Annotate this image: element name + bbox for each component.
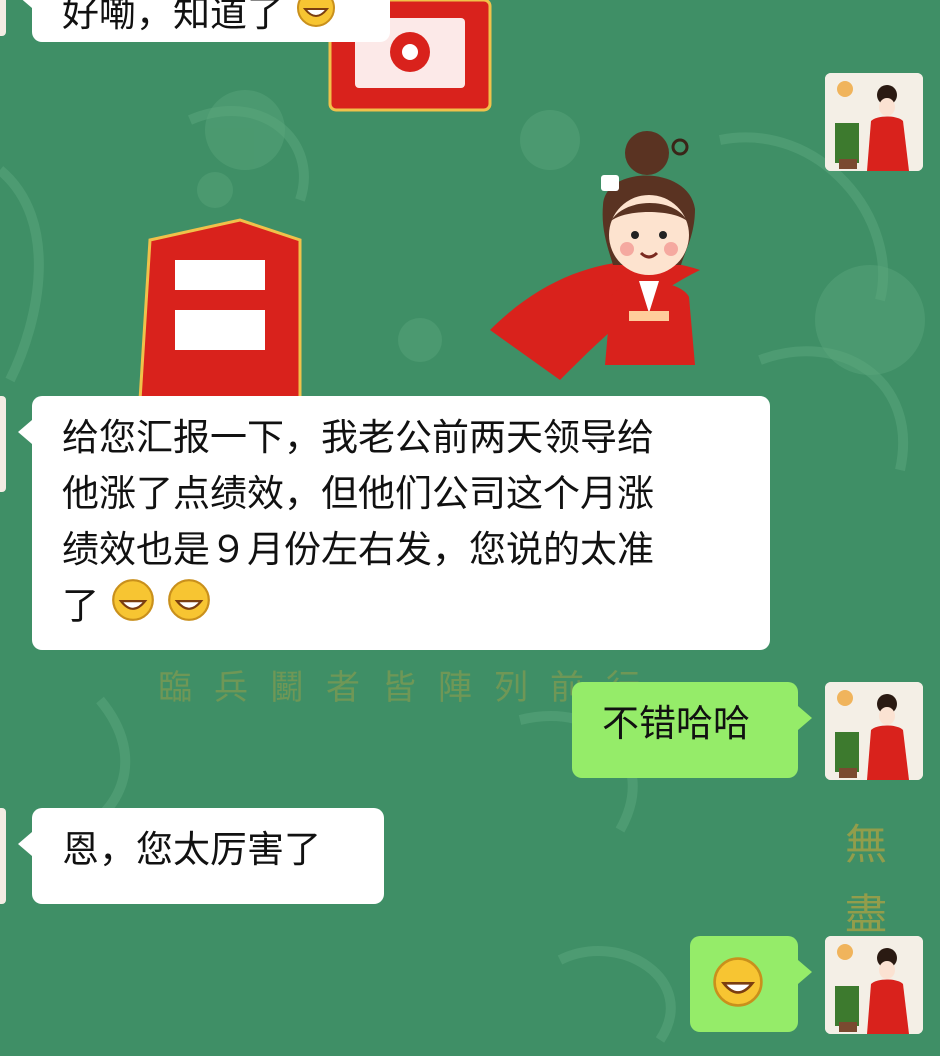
- girl-sticker: [585, 125, 715, 370]
- my-avatar[interactable]: [825, 936, 923, 1034]
- message-line: 绩效也是９月份左右发，您说的太准: [62, 528, 654, 571]
- message-bubble-received[interactable]: 好嘞，知道了: [18, 0, 390, 44]
- message-text: 不错哈哈: [602, 702, 750, 745]
- my-avatar[interactable]: [825, 682, 923, 780]
- my-avatar[interactable]: [825, 73, 923, 171]
- message-line: 给您汇报一下，我老公前两天领导给: [62, 416, 654, 459]
- contact-avatar-edge[interactable]: [0, 0, 6, 36]
- message-text: 恩，您太厉害了: [62, 828, 321, 871]
- background-deco-side: 無盡: [845, 820, 888, 939]
- message-bubble-received[interactable]: 给您汇报一下，我老公前两天领导给 他涨了点绩效，但他们公司这个月涨 绩效也是９月…: [18, 396, 770, 650]
- message-line-last: 了: [62, 578, 740, 638]
- message-bubble-received[interactable]: 恩，您太厉害了: [18, 808, 384, 904]
- contact-avatar-edge[interactable]: [0, 396, 6, 492]
- message-bubble-sent[interactable]: 不错哈哈: [572, 682, 812, 778]
- contact-avatar-edge[interactable]: [0, 808, 6, 904]
- grinning-face-icon: [296, 0, 336, 44]
- message-text: 好嘞，知道了: [62, 0, 284, 35]
- message-line: 了: [62, 584, 99, 628]
- grinning-face-icon: [167, 578, 211, 638]
- grinning-face-icon: [712, 956, 764, 1024]
- message-line: 他涨了点绩效，但他们公司这个月涨: [62, 472, 654, 515]
- grinning-face-icon: [111, 578, 155, 638]
- message-bubble-sent[interactable]: [690, 936, 812, 1032]
